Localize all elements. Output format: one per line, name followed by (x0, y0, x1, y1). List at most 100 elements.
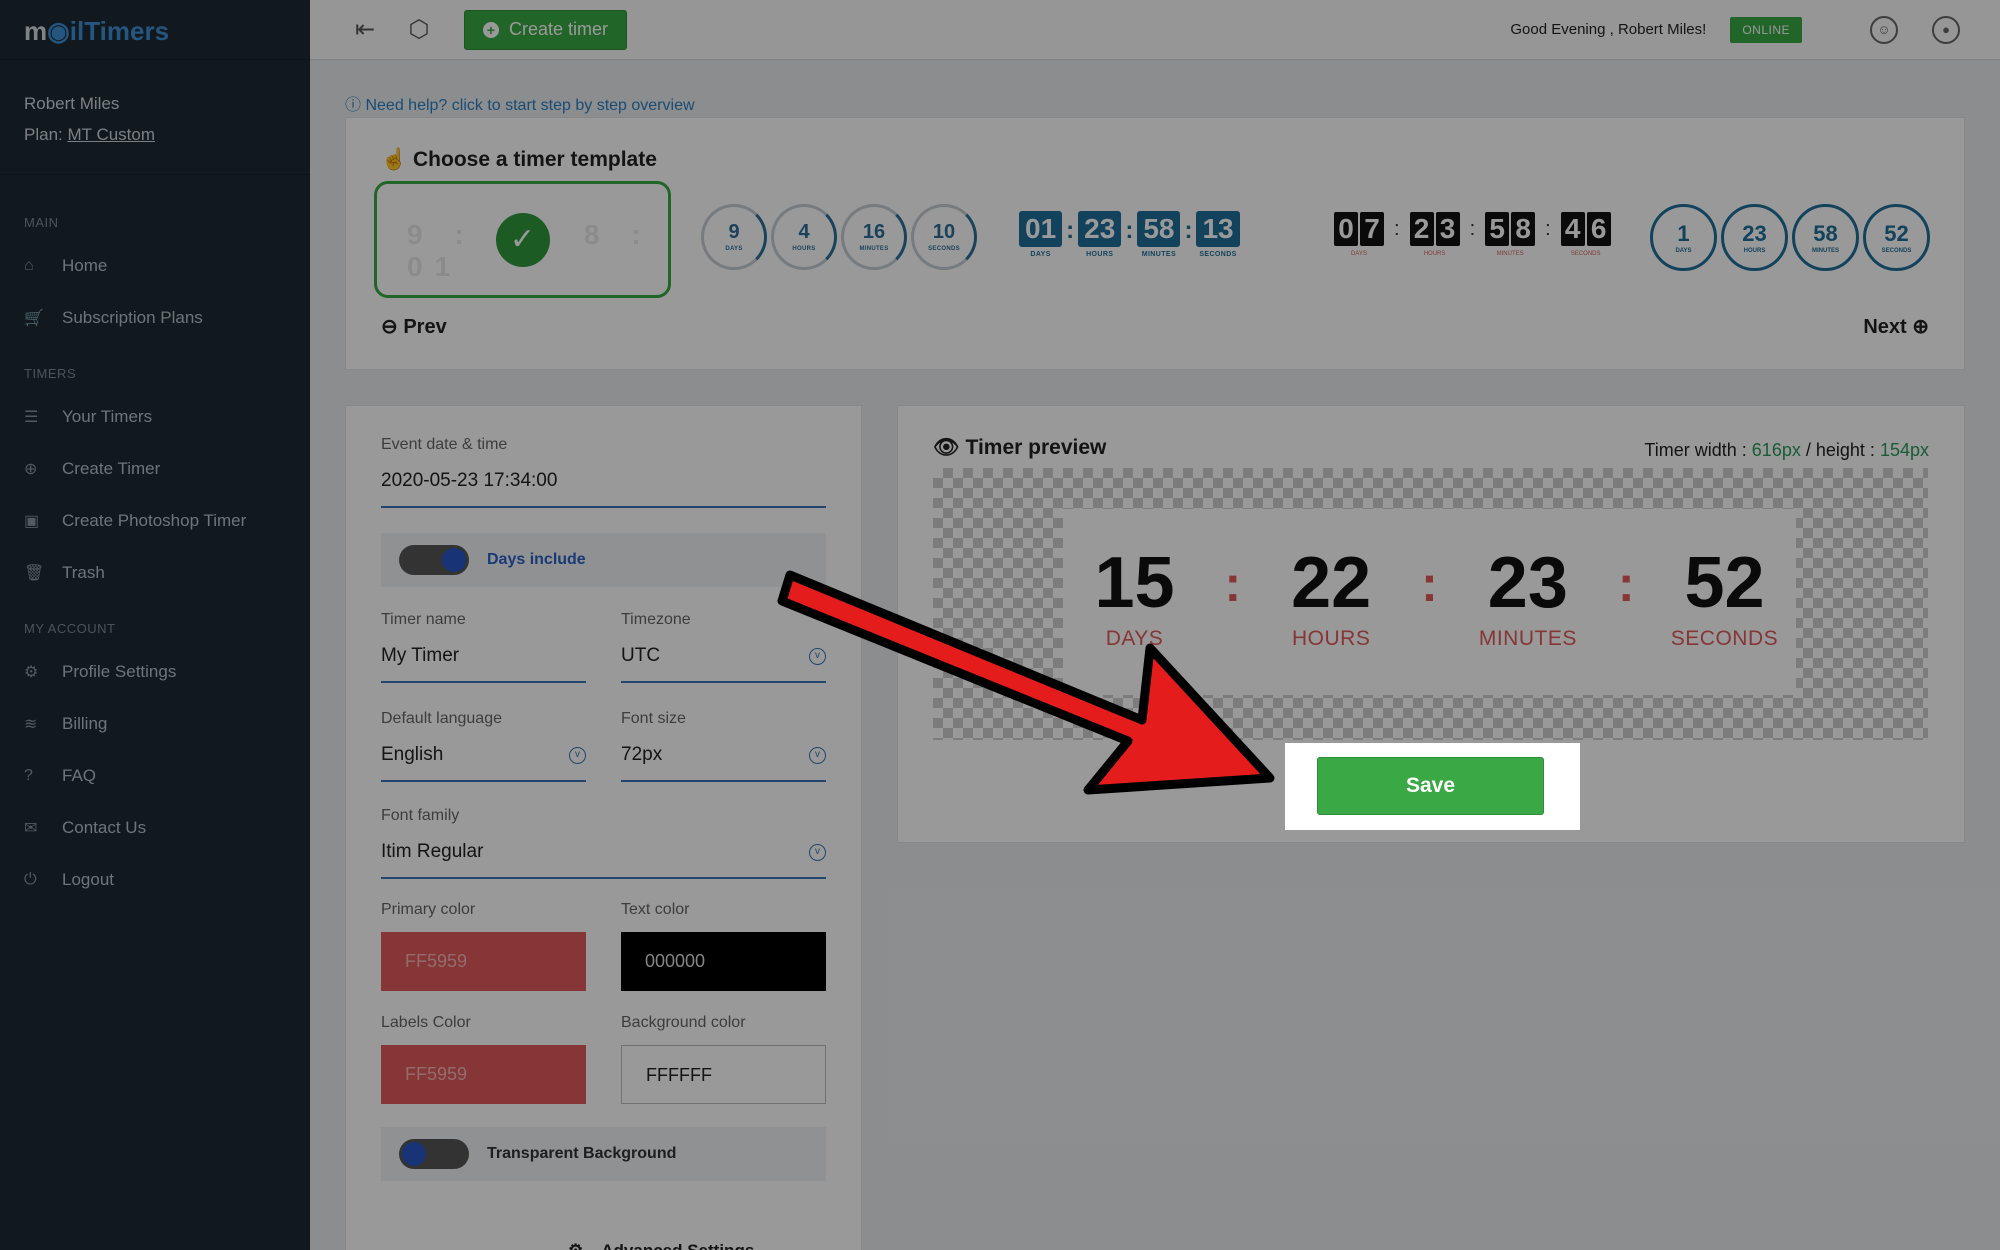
cube-icon[interactable]: ⬡ (404, 15, 434, 45)
labels-color-input[interactable]: FF5959 (381, 1045, 586, 1104)
circle-unit: 52 SECONDS (1863, 204, 1930, 271)
sidebar-item-create-photoshop-timer[interactable]: ▣ Create Photoshop Timer (0, 495, 310, 547)
sidebar-item-label: Home (62, 256, 108, 275)
greeting-text: Good Evening , Robert Miles! (1510, 21, 1707, 38)
flip-digit: 2 (1409, 212, 1434, 246)
event-datetime-label: Event date & time (381, 436, 508, 453)
timer-separator: : (1421, 556, 1438, 612)
timer-value: 22 (1291, 543, 1372, 623)
background-color-input[interactable]: FFFFFF (621, 1045, 826, 1104)
eye-icon: 👁 (933, 436, 960, 459)
timer-value: 15 (1094, 543, 1175, 623)
block-unit: 01 DAYS (1019, 211, 1063, 258)
question-circle-icon: ? (24, 767, 33, 784)
days-include-label: Days include (487, 551, 586, 568)
font-family-label: Font family (381, 807, 460, 824)
days-include-toggle[interactable] (399, 545, 469, 575)
status-badge: ONLINE (1730, 16, 1802, 43)
timer-name-field[interactable]: Timer name My Timer (381, 611, 586, 683)
countdown-preview: 15 DAYS:22 HOURS:23 MINUTES:52 SECONDS (1063, 509, 1796, 695)
create-timer-button[interactable]: + Create timer (464, 9, 628, 50)
height-label: height : (1815, 440, 1875, 460)
app-logo[interactable]: m◉ilTimers (0, 0, 310, 60)
info-icon: ⓘ (345, 97, 362, 114)
timezone-field[interactable]: Timezone UTC v (621, 611, 826, 683)
logo-text-right: Timers (84, 16, 170, 46)
timer-label: DAYS (1105, 627, 1164, 650)
timer-unit-hours: 22 HOURS (1266, 547, 1396, 651)
arrow-left-circle-icon: ⊖ (381, 316, 398, 338)
cart-icon: 🛒 (24, 310, 44, 327)
font-family-value: Itim Regular (381, 841, 484, 862)
timer-label: HOURS (1292, 627, 1371, 650)
template-blocks[interactable]: 01 DAYS:23 HOURS:58 MINUTES:13 SECONDS (1019, 211, 1240, 258)
sidebar-item-logout[interactable]: ⏻ Logout (0, 854, 310, 906)
sidebar-item-faq[interactable]: ? FAQ (0, 750, 310, 802)
logo-text-left: m (24, 16, 48, 46)
language-select[interactable]: English v (381, 744, 586, 782)
sidebar-item-contact-us[interactable]: ✉ Contact Us (0, 802, 310, 854)
transparent-bg-toggle[interactable] (399, 1139, 469, 1169)
days-include-row: Days include (381, 533, 826, 587)
advanced-settings-row: ⚙ Advanced Settings (568, 1241, 754, 1250)
timer-label: SECONDS (1670, 627, 1779, 650)
circle-unit: 1 DAYS (1650, 204, 1717, 271)
circle-label: DAYS (725, 246, 743, 252)
sidebar-item-home[interactable]: ⌂ Home (0, 240, 310, 292)
block-value: 58 (1137, 211, 1181, 247)
text-color-input[interactable]: 000000 (621, 932, 826, 991)
sidebar-item-your-timers[interactable]: ☰ Your Timers (0, 391, 310, 443)
font-family-field[interactable]: Font family Itim Regular v (381, 807, 826, 879)
text-color-field: Text color (621, 901, 689, 919)
checkmark-icon: ✓ (495, 212, 550, 267)
circle-value: 52 (1884, 221, 1909, 246)
timer-value: 23 (1487, 543, 1568, 623)
flip-label: HOURS (1423, 251, 1446, 257)
sidebar-item-profile-settings[interactable]: ⚙ Profile Settings (0, 646, 310, 698)
help-link[interactable]: ⓘ Need help? click to start step by step… (345, 91, 695, 115)
event-datetime-field[interactable]: Event date & time 2020-05-23 17:34:00 (381, 436, 826, 508)
template-circles-bold[interactable]: 1 DAYS 23 HOURS 58 MINUTES 52 SECONDS (1650, 204, 1930, 271)
font-size-select[interactable]: 72px v (621, 744, 826, 782)
circle-unit: 58 MINUTES (1792, 204, 1859, 271)
block-value: 23 (1078, 211, 1122, 247)
block-unit: 23 HOURS (1078, 211, 1122, 258)
prev-button[interactable]: ⊖ Prev (381, 314, 447, 339)
language-field[interactable]: Default language English v (381, 710, 586, 782)
template-flip[interactable]: 0 7 DAYS:2 3 HOURS:5 8 MINUTES:4 6 SECONDS (1334, 212, 1611, 257)
chevron-down-icon: v (569, 746, 586, 764)
chevron-down-icon: v (809, 843, 826, 861)
support-agent-icon[interactable]: ☺ (1870, 15, 1898, 44)
next-button[interactable]: Next ⊕ (1863, 314, 1929, 339)
advanced-settings-label: Advanced Settings (601, 1241, 754, 1250)
template-selected[interactable]: 9 : 1 : 8 : 01 ✓ (374, 181, 671, 298)
plan-link[interactable]: MT Custom (67, 125, 155, 144)
sidebar-item-label: Create Photoshop Timer (62, 511, 247, 530)
user-avatar-icon[interactable]: ● (1932, 15, 1960, 44)
save-button[interactable]: Save (1317, 757, 1544, 815)
event-datetime-input[interactable]: 2020-05-23 17:34:00 (381, 470, 826, 508)
timezone-select[interactable]: UTC v (621, 645, 826, 683)
timer-name-input[interactable]: My Timer (381, 645, 586, 683)
circle-value: 9 (728, 221, 740, 243)
sidebar-item-create-timer[interactable]: ⊕ Create Timer (0, 443, 310, 495)
flip-label: DAYS (1351, 251, 1367, 257)
timer-separator: : (1617, 556, 1635, 612)
primary-color-input[interactable]: FF5959 (381, 932, 586, 991)
circle-unit: 16 MINUTES (841, 204, 907, 270)
flip-digits: 46 (1560, 212, 1611, 246)
sidebar-item-billing[interactable]: ≋ Billing (0, 698, 310, 750)
next-label: Next (1863, 316, 1907, 338)
sidebar-item-label: Subscription Plans (62, 308, 203, 327)
collapse-sidebar-icon[interactable]: ⇤ (350, 15, 380, 45)
timezone-value: UTC (621, 645, 661, 666)
font-size-field[interactable]: Font size 72px v (621, 710, 826, 782)
circle-value: 16 (862, 221, 886, 243)
timer-label: MINUTES (1478, 627, 1577, 650)
block-label: SECONDS (1199, 251, 1237, 258)
sidebar-item-subscription-plans[interactable]: 🛒 Subscription Plans (0, 292, 310, 344)
font-family-select[interactable]: Itim Regular v (381, 841, 826, 879)
sidebar-item-trash[interactable]: 🗑 Trash (0, 547, 310, 599)
topbar: ⇤ ⬡ + Create timer Good Evening , Robert… (310, 0, 2000, 60)
template-circles-thin[interactable]: 9 DAYS 4 HOURS 16 MINUTES 10 SECONDS (701, 204, 977, 270)
